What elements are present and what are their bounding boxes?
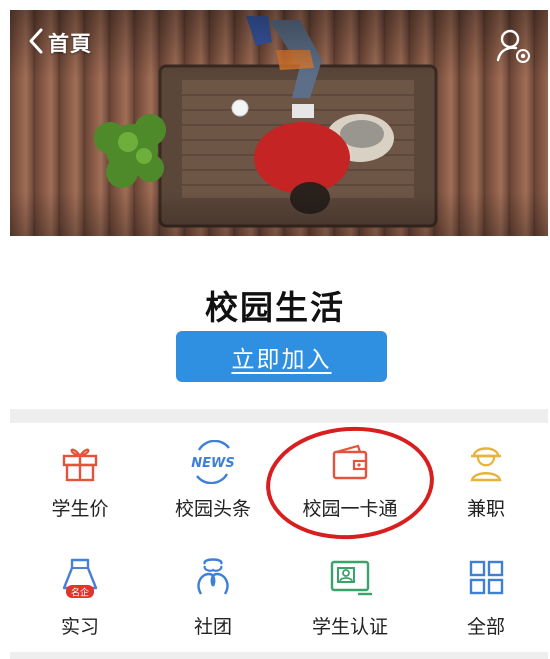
wallet-icon: [332, 444, 368, 480]
intern-badge-icon: 名企: [62, 558, 98, 599]
feature-student-price[interactable]: 学生价: [25, 440, 135, 521]
feature-label: 社团: [193, 616, 232, 638]
feature-label: 兼职: [466, 498, 505, 520]
feature-campus-card[interactable]: 校园一卡通: [295, 440, 405, 521]
page-title: 校园生活: [205, 288, 345, 327]
section-divider: [10, 409, 548, 423]
club-icon: [197, 558, 229, 595]
news-icon: NEWS: [191, 440, 235, 484]
back-label: 首頁: [48, 32, 92, 56]
feature-student-verify[interactable]: 学生认证: [295, 556, 405, 639]
bottom-divider: [10, 652, 548, 659]
feature-part-time[interactable]: 兼职: [431, 440, 541, 521]
feature-label: 学生价: [51, 498, 109, 520]
feature-label: 实习: [60, 616, 99, 638]
feature-label: 学生认证: [311, 616, 388, 638]
id-card-icon: [330, 560, 372, 596]
chevron-left-icon: [28, 27, 44, 59]
gift-icon: [62, 448, 98, 482]
intern-badge-text: 名企: [71, 587, 89, 599]
join-button[interactable]: 立即加入: [176, 331, 387, 382]
worker-icon: [470, 447, 502, 482]
svg-text:NEWS: NEWS: [191, 456, 234, 471]
feature-label: 全部: [466, 616, 505, 638]
grid-icon: [469, 560, 504, 595]
feature-label: 校园头条: [174, 498, 251, 520]
feature-internship[interactable]: 名企 实习: [25, 556, 135, 639]
back-button[interactable]: 首頁: [28, 26, 92, 60]
feature-all[interactable]: 全部: [431, 556, 541, 639]
feature-campus-news[interactable]: NEWS 校园头条: [158, 440, 268, 521]
feature-label: 校园一卡通: [302, 498, 398, 520]
user-settings-button[interactable]: [494, 26, 534, 66]
feature-clubs[interactable]: 社团: [158, 556, 268, 639]
user-settings-icon: [496, 29, 530, 63]
hero-banner: 首頁: [10, 10, 548, 236]
